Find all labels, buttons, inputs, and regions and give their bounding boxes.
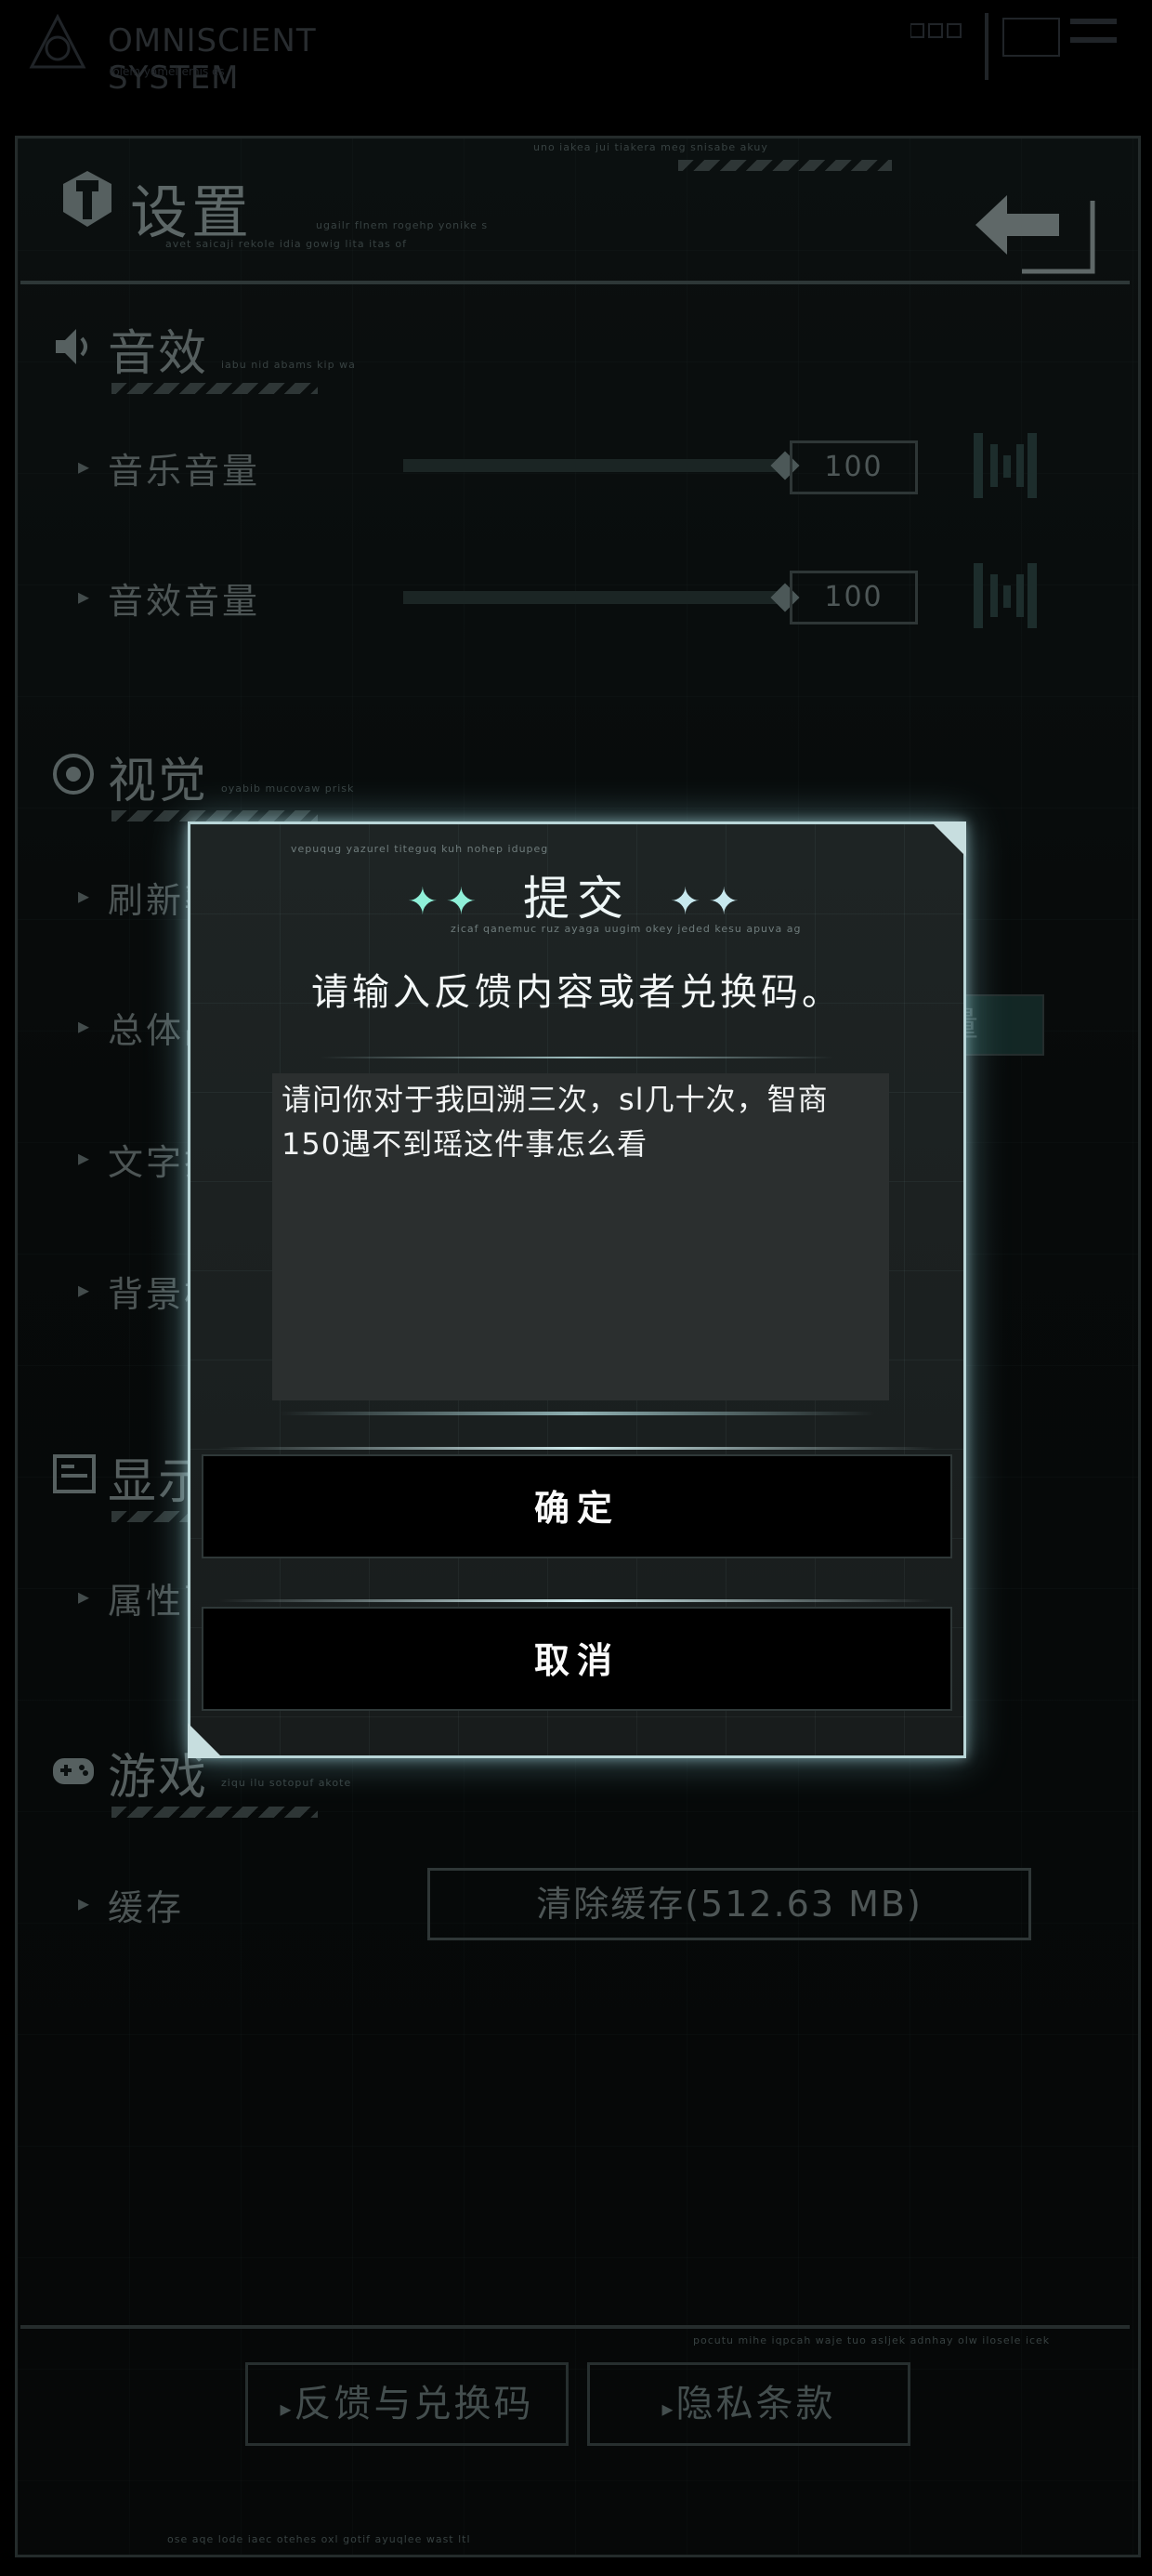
dialog-prompt: 请输入反馈内容或者兑换码。: [311, 971, 843, 1014]
sparkle-icon: ✦: [708, 880, 747, 924]
dialog-corner: [188, 1723, 223, 1758]
button-glow: [218, 1599, 936, 1602]
dialog-corner: [931, 821, 966, 857]
dialog-title: 提交: [523, 872, 631, 926]
sparkle-icon: ✦: [669, 880, 709, 924]
dialog-divider: [280, 1412, 874, 1415]
dialog-title-row: ✦✦ 提交 ✦✦: [190, 861, 963, 928]
dialog-divider: [321, 1057, 833, 1058]
dialog-deco-bottom: zicaf qanemuc ruz ayaga uugim okey jeded…: [451, 923, 802, 935]
submit-dialog: vepuqug yazurel titeguq kuh nohep idupeg…: [188, 821, 966, 1758]
cancel-button[interactable]: 取消: [202, 1607, 952, 1711]
dialog-deco-top: vepuqug yazurel titeguq kuh nohep idupeg: [291, 843, 549, 855]
confirm-button[interactable]: 确定: [202, 1454, 952, 1558]
button-glow: [218, 1447, 936, 1450]
sparkle-icon: ✦: [407, 880, 446, 924]
sparkle-icon: ✦: [445, 880, 485, 924]
feedback-textarea[interactable]: 请问你对于我回溯三次，sl几十次，智商150遇不到瑶这件事怎么看: [272, 1073, 889, 1400]
